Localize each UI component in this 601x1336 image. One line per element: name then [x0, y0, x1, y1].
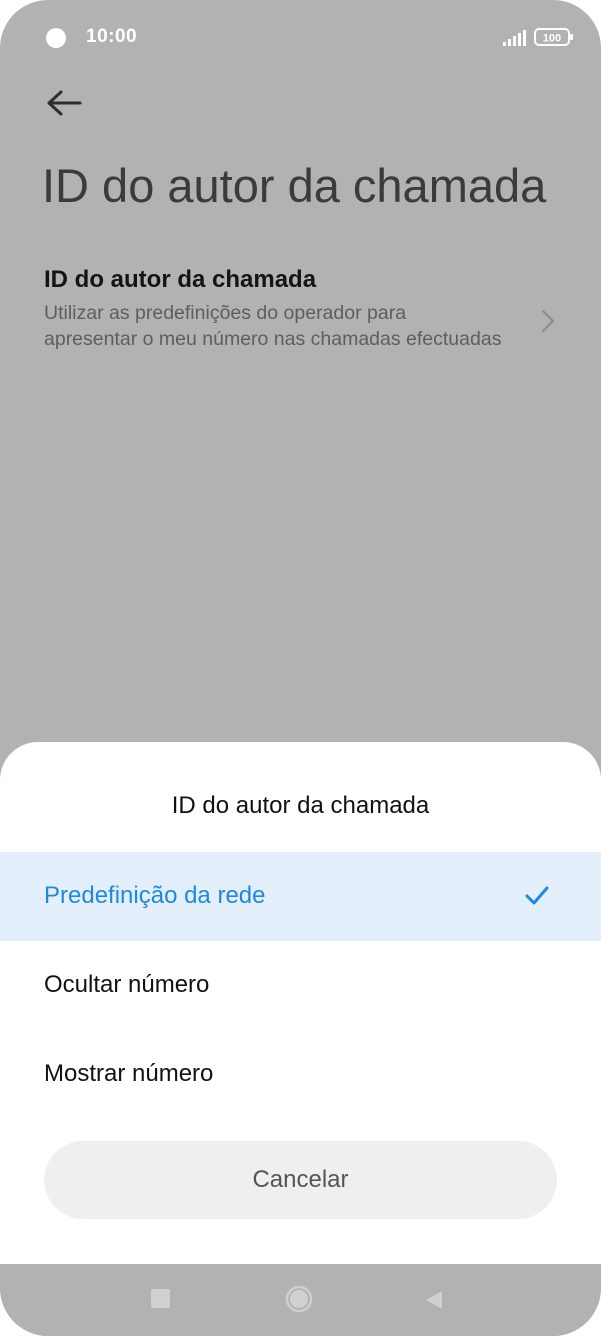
setting-description: Utilizar as predefinições do operador pa… [44, 302, 502, 350]
battery-icon: 100 [534, 28, 573, 46]
caller-id-dialog: ID do autor da chamada Predefinição da r… [0, 742, 601, 1264]
setting-title: ID do autor da chamada [44, 266, 317, 293]
chevron-right-icon [542, 310, 554, 332]
status-time: 10:00 [86, 26, 138, 47]
arrow-left-icon [47, 90, 82, 116]
home-icon[interactable] [284, 1284, 314, 1314]
option-label: Mostrar número [44, 1060, 214, 1087]
notification-dot-icon [46, 28, 66, 48]
caller-id-setting[interactable]: ID do autor da chamada Utilizar as prede… [0, 260, 601, 390]
option-network-default[interactable]: Predefinição da rede [0, 852, 601, 941]
navigation-bar [0, 1264, 601, 1336]
option-show-number[interactable]: Mostrar número [0, 1030, 601, 1119]
signal-icon [503, 30, 526, 46]
recents-icon[interactable] [151, 1289, 170, 1308]
option-label: Ocultar número [44, 971, 210, 998]
check-icon [525, 886, 549, 905]
back-triangle-icon[interactable] [424, 1289, 444, 1311]
cancel-button[interactable]: Cancelar [44, 1141, 557, 1219]
phone-screen: 10:00 100 ID do autor da chamada ID do a… [0, 0, 601, 1336]
status-bar: 10:00 100 [0, 0, 601, 76]
battery-level: 100 [543, 33, 561, 45]
back-button[interactable] [40, 82, 88, 124]
page-title: ID do autor da chamada [42, 159, 547, 212]
option-label: Predefinição da rede [44, 882, 266, 909]
option-hide-number[interactable]: Ocultar número [0, 941, 601, 1030]
dialog-title: ID do autor da chamada [171, 792, 430, 819]
